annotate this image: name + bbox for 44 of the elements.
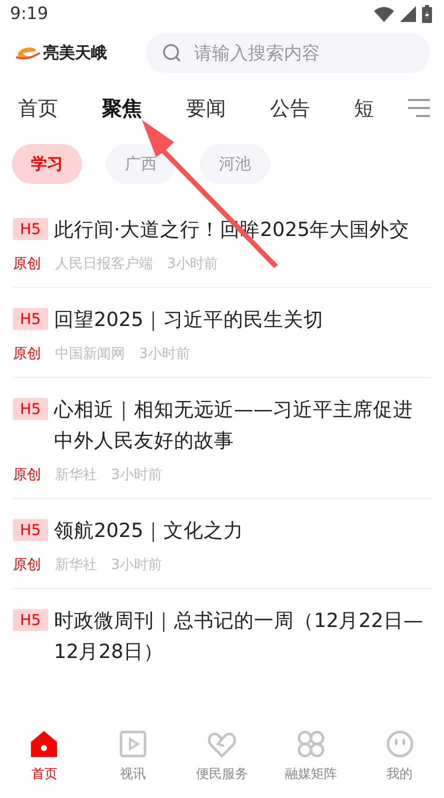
article-source: 新华社 [55,556,97,574]
article-title[interactable]: 心相近｜相知无远近——习近平主席促进中外人民友好的故事 [54,394,431,456]
article-source: 中国新闻网 [55,345,125,363]
article-title[interactable]: 回望2025｜习近平的民生关切 [54,304,431,335]
nav-tab[interactable]: 视讯 [93,729,174,783]
nav-tab[interactable]: 首页 [4,729,84,783]
category-tab[interactable]: 聚焦 [102,94,142,122]
original-tag: 原创 [13,345,41,363]
category-tab[interactable]: 公告 [270,94,310,122]
status-time: 9:19 [10,4,48,24]
article-title[interactable]: 领航2025｜文化之力 [54,515,431,546]
search-bar[interactable]: 请输入搜索内容 [146,33,430,73]
h5-badge: H5 [13,519,48,541]
clover-icon [296,729,326,759]
logo-icon [16,45,40,61]
h5-badge: H5 [13,308,48,330]
search-input[interactable]: 请输入搜索内容 [192,42,414,64]
home-icon [29,729,60,759]
article-time: 3小时前 [111,466,162,484]
article-title[interactable]: 时政微周刊｜总书记的一周（12月22日—12月28日） [54,605,431,667]
battery-icon [422,5,432,23]
search-icon [162,43,182,63]
h5-badge: H5 [13,609,48,631]
article-time: 3小时前 [111,556,162,574]
smiley-icon [384,729,415,759]
article-time: 3小时前 [139,345,190,363]
category-tab[interactable]: 短 [354,94,374,122]
original-tag: 原创 [13,466,41,484]
article-time: 3小时前 [167,255,218,273]
article-source: 人民日报客户端 [55,255,153,273]
wifi-icon [374,6,394,22]
h5-badge: H5 [13,218,48,240]
category-tab[interactable]: 首页 [18,94,58,122]
signal-icon [400,6,416,22]
app-logo-text: 亮美天峨 [43,42,107,64]
play-icon [118,729,148,759]
original-tag: 原创 [13,255,41,273]
nav-tab[interactable]: 我的 [360,729,440,783]
h5-badge: H5 [13,398,48,420]
category-tab[interactable]: 要闻 [186,94,226,122]
nav-tab[interactable]: 融媒矩阵 [270,729,351,783]
nav-tab[interactable]: 便民服务 [182,729,262,783]
original-tag: 原创 [13,556,41,574]
article-source: 新华社 [55,466,97,484]
